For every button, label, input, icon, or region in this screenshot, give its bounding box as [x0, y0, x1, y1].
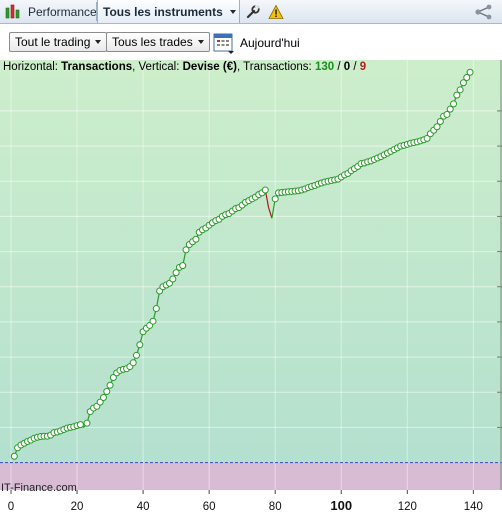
- winning-count: 130: [314, 61, 335, 73]
- trade-marker: [83, 419, 91, 427]
- chart-axis-info: Horizontal: Transactions, Vertical: Devi…: [3, 61, 366, 73]
- x-tick-label: 100: [330, 498, 352, 513]
- dropdown-caret-icon: [229, 9, 236, 14]
- x-tick-label: 80: [269, 501, 282, 513]
- trade-marker: [271, 195, 279, 203]
- equity-chart: 0 20 40 60 80 100 120 140 Horizontal: Transacti…: [0, 60, 502, 513]
- share-button[interactable]: [474, 0, 494, 23]
- filter-toolbar: Tout le trading Tous les trades Aujourd'…: [0, 24, 502, 60]
- top-toolbar: Performance Tous les instruments: [0, 0, 502, 24]
- warning-button[interactable]: [268, 0, 284, 23]
- x-tick-label: 40: [137, 501, 150, 513]
- trade-marker: [169, 275, 177, 283]
- date-picker-button[interactable]: [213, 32, 235, 57]
- watermark: IT-Finance.com: [1, 482, 77, 494]
- chart-icon: [5, 4, 20, 18]
- chevron-down-icon: [95, 40, 102, 44]
- trade-marker: [132, 351, 140, 359]
- trading-filter-label: Tout le trading: [15, 35, 91, 49]
- trade-marker: [129, 359, 137, 367]
- trade-marker: [456, 86, 464, 94]
- calendar-icon: [213, 33, 234, 54]
- instruments-dropdown[interactable]: Tous les instruments: [97, 0, 240, 23]
- trade-marker: [261, 186, 269, 194]
- trade-marker: [10, 452, 18, 460]
- instruments-dropdown-label: Tous les instruments: [103, 4, 223, 19]
- trade-marker: [136, 341, 144, 349]
- chevron-down-icon: [197, 40, 204, 44]
- x-tick-label: 60: [203, 501, 216, 513]
- vertical-axis-value: Devise (€): [182, 61, 237, 73]
- trade-marker: [179, 262, 187, 270]
- trading-filter-dropdown[interactable]: Tout le trading: [9, 32, 108, 52]
- trade-marker: [103, 388, 111, 396]
- vertical-prefix: , Vertical:: [132, 61, 183, 73]
- losing-count: 9: [359, 61, 367, 73]
- trade-marker: [152, 305, 160, 313]
- trades-filter-dropdown[interactable]: Tous les trades: [106, 32, 210, 52]
- trade-marker: [192, 235, 200, 243]
- count-separator: /: [350, 61, 360, 73]
- share-icon: [475, 4, 492, 19]
- trade-marker: [149, 317, 157, 325]
- horizontal-axis-value: Transactions: [61, 61, 133, 73]
- x-tick-label: 120: [398, 501, 417, 513]
- tab-performance-label: Performance: [28, 4, 97, 19]
- settings-button[interactable]: [245, 0, 261, 23]
- x-tick-label: 0: [8, 501, 14, 513]
- transactions-prefix: , Transactions:: [236, 61, 315, 73]
- date-label: Aujourd'hui: [240, 36, 300, 50]
- performance-tab-icon-wrap[interactable]: [4, 0, 26, 23]
- trade-marker: [466, 68, 474, 76]
- trades-filter-label: Tous les trades: [112, 35, 193, 49]
- tab-performance[interactable]: Performance: [28, 0, 97, 23]
- x-tick-label: 140: [464, 501, 483, 513]
- positive-area: [0, 60, 502, 463]
- wrench-icon: [246, 4, 260, 18]
- x-tick-label: 20: [71, 501, 84, 513]
- trade-marker: [76, 421, 84, 429]
- count-separator: /: [334, 61, 344, 73]
- horizontal-prefix: Horizontal:: [3, 61, 62, 73]
- trade-marker: [450, 100, 458, 108]
- trade-marker: [106, 381, 114, 389]
- warning-icon: [268, 4, 284, 19]
- trade-marker: [99, 394, 107, 402]
- equity-chart-svg: 0 20 40 60 80 100 120 140: [0, 60, 502, 513]
